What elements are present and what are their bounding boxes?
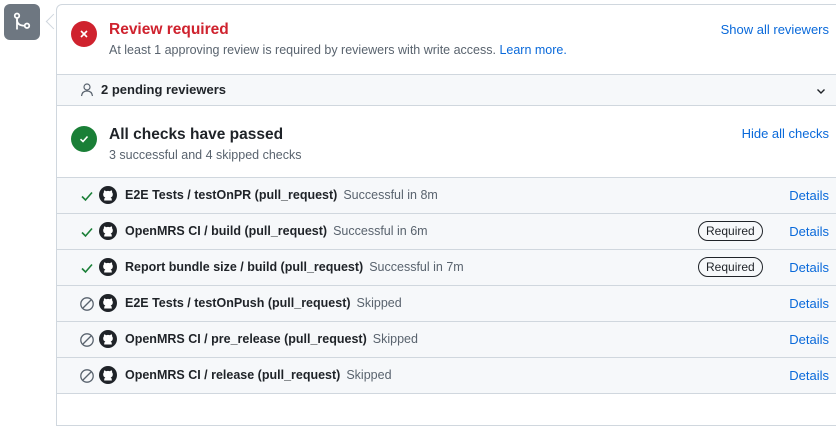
checks-title: All checks have passed	[109, 126, 284, 143]
check-name[interactable]: OpenMRS CI / build (pull_request) Success…	[125, 224, 428, 238]
details-link[interactable]: Details	[789, 332, 829, 347]
skip-icon	[80, 369, 94, 383]
github-logo-icon	[99, 222, 117, 240]
check-list: E2E Tests / testOnPR (pull_request) Succe…	[57, 178, 836, 394]
checks-summary: 3 successful and 4 skipped checks	[109, 148, 302, 162]
check-name-text: E2E Tests / testOnPR (pull_request)	[125, 188, 338, 202]
check-name[interactable]: OpenMRS CI / pre_release (pull_request) S…	[125, 332, 418, 346]
x-circle-icon	[71, 21, 97, 47]
github-logo-icon	[99, 294, 117, 312]
required-badge: Required	[698, 221, 763, 241]
check-row: OpenMRS CI / release (pull_request) Skipp…	[57, 358, 836, 394]
git-merge-icon	[4, 4, 40, 40]
check-status: Skipped	[356, 296, 402, 310]
details-link[interactable]: Details	[789, 224, 829, 239]
check-row: E2E Tests / testOnPush (pull_request) Ski…	[57, 286, 836, 322]
check-icon	[81, 227, 93, 238]
details-link[interactable]: Details	[789, 260, 829, 275]
github-logo-icon	[99, 186, 117, 204]
chevron-down-icon	[817, 89, 825, 94]
check-name-text: E2E Tests / testOnPush (pull_request)	[125, 296, 351, 310]
pending-reviewers-toggle[interactable]: 2 pending reviewers	[57, 75, 836, 106]
check-name[interactable]: OpenMRS CI / release (pull_request) Skipp…	[125, 368, 392, 382]
check-row: OpenMRS CI / build (pull_request) Success…	[57, 214, 836, 250]
required-badge: Required	[698, 257, 763, 277]
review-description: At least 1 approving review is required …	[109, 43, 567, 57]
details-link[interactable]: Details	[789, 188, 829, 203]
review-required-section: Review required At least 1 approving rev…	[57, 5, 836, 75]
check-name-text: Report bundle size / build (pull_request…	[125, 260, 364, 274]
check-status: Successful in 7m	[369, 260, 464, 274]
checks-summary-section: All checks have passed 3 successful and …	[57, 106, 836, 178]
check-circle-icon	[71, 126, 97, 152]
check-name-text: OpenMRS CI / build (pull_request)	[125, 224, 328, 238]
check-name-text: OpenMRS CI / release (pull_request)	[125, 368, 341, 382]
hide-all-checks-link[interactable]: Hide all checks	[742, 126, 829, 141]
check-row: Report bundle size / build (pull_request…	[57, 250, 836, 286]
github-logo-icon	[99, 330, 117, 348]
details-link[interactable]: Details	[789, 296, 829, 311]
check-status: Skipped	[372, 332, 418, 346]
check-icon	[81, 191, 93, 202]
check-icon	[81, 263, 93, 274]
skip-icon	[80, 297, 94, 311]
github-logo-icon	[99, 366, 117, 384]
skip-icon	[80, 333, 94, 347]
check-status: Successful in 6m	[333, 224, 428, 238]
check-name[interactable]: Report bundle size / build (pull_request…	[125, 260, 464, 274]
check-name[interactable]: E2E Tests / testOnPR (pull_request) Succe…	[125, 188, 438, 202]
pending-reviewers-label: 2 pending reviewers	[101, 82, 226, 97]
details-link[interactable]: Details	[789, 368, 829, 383]
github-logo-icon	[99, 258, 117, 276]
check-row: E2E Tests / testOnPR (pull_request) Succe…	[57, 178, 836, 214]
check-name[interactable]: E2E Tests / testOnPush (pull_request) Ski…	[125, 296, 402, 310]
person-icon	[80, 83, 94, 97]
learn-more-link[interactable]: Learn more.	[499, 43, 566, 57]
review-title: Review required	[109, 21, 229, 38]
check-row: OpenMRS CI / pre_release (pull_request) S…	[57, 322, 836, 358]
check-name-text: OpenMRS CI / pre_release (pull_request)	[125, 332, 367, 346]
check-status: Successful in 8m	[343, 188, 438, 202]
review-description-text: At least 1 approving review is required …	[109, 43, 496, 57]
merge-status-panel: Review required At least 1 approving rev…	[56, 4, 836, 426]
check-status: Skipped	[346, 368, 392, 382]
show-all-reviewers-link[interactable]: Show all reviewers	[721, 22, 829, 37]
